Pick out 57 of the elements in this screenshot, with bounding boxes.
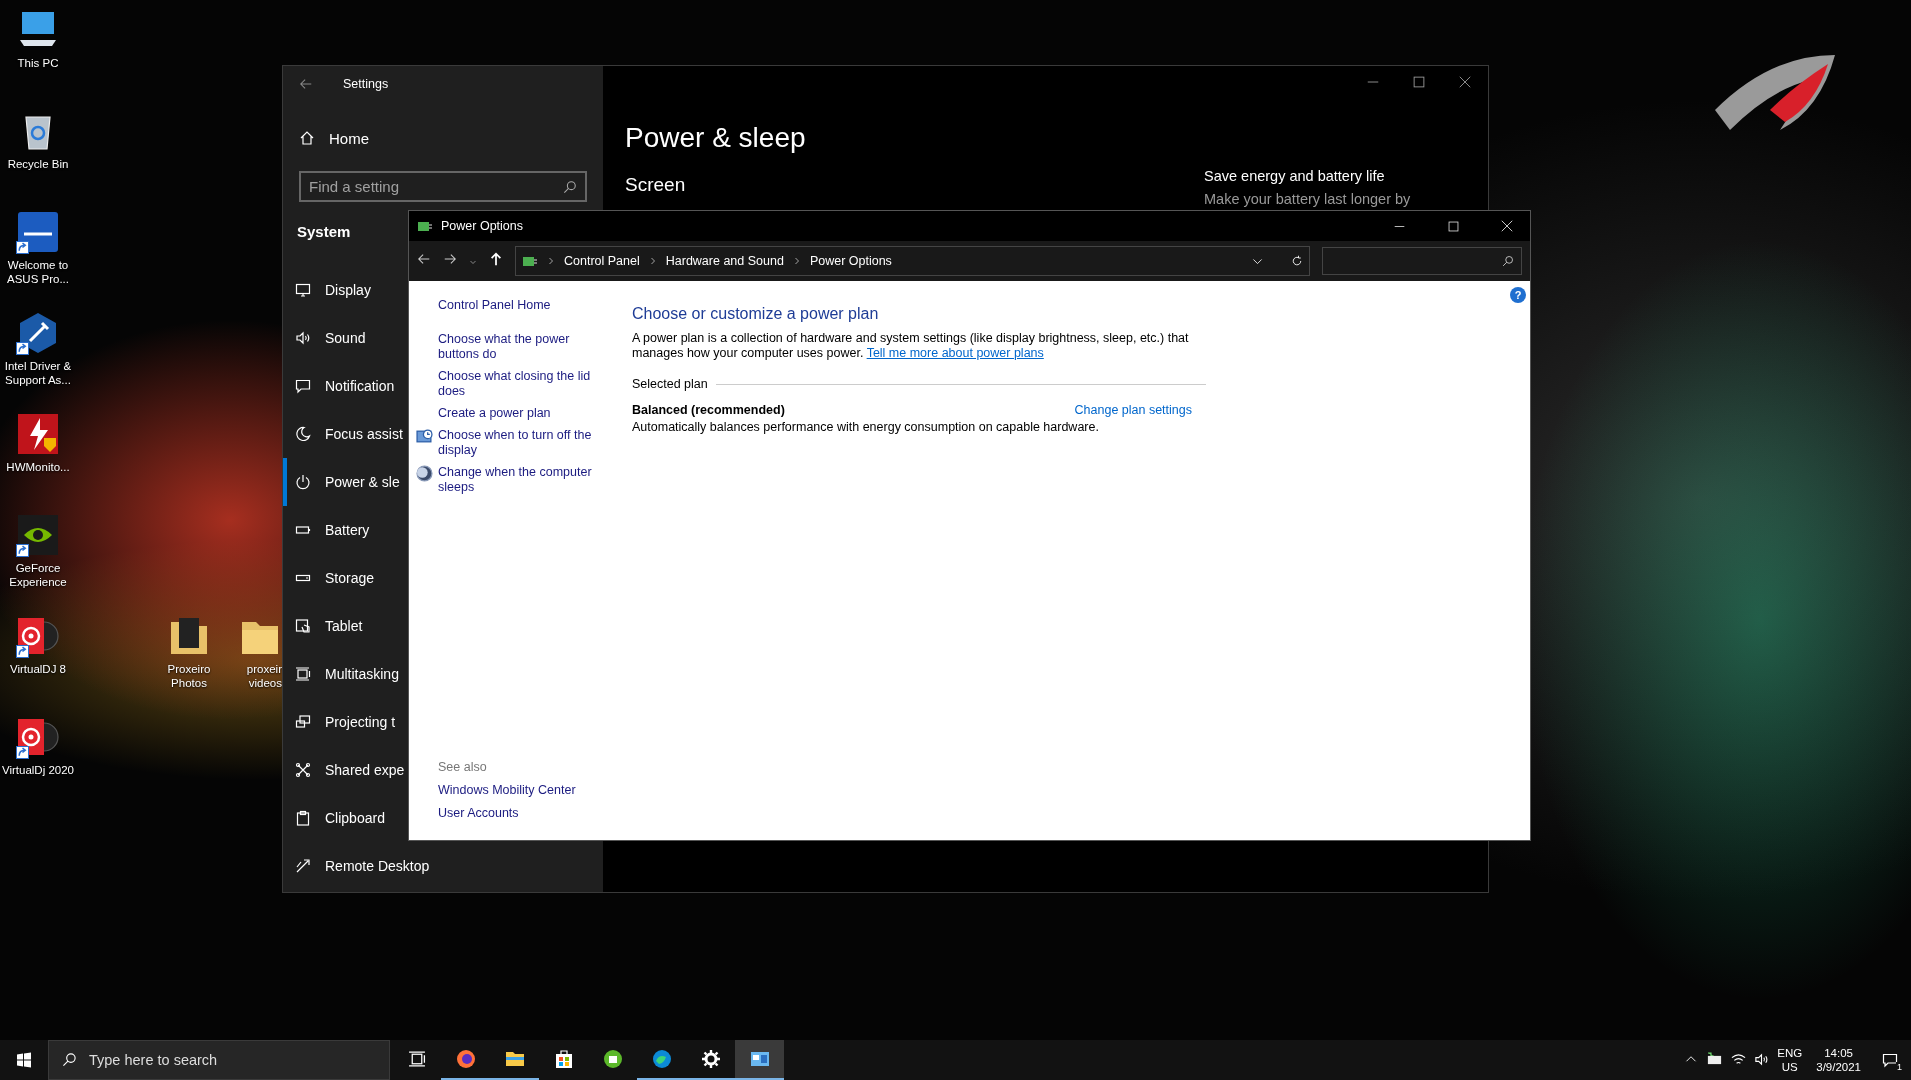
desktop-icon-label[interactable]: VirtualDJ 8 [0, 662, 76, 676]
nav-item[interactable]: Battery [283, 506, 372, 554]
window-title: Power Options [441, 219, 523, 233]
link[interactable]: Control Panel Home [438, 298, 551, 313]
plan-name: Balanced (recommended) [632, 403, 785, 417]
nav-item[interactable]: Focus assist [283, 410, 405, 458]
nav-item[interactable]: Remote Desktop [283, 842, 432, 890]
description-text: A power plan is a collection of hardware and system settings (like display brightness, sleep, etc.) that manages how your computer uses power. Tell me more about power plans [632, 331, 1190, 361]
nav-item[interactable]: Storage [283, 554, 377, 602]
nav-item[interactable]: Notification [283, 362, 397, 410]
nav-item[interactable]: Display [283, 266, 373, 314]
nav-item[interactable]: Sound [283, 314, 368, 362]
link[interactable]: Tell me more about power plans [866, 346, 1044, 360]
desktop-icon-label[interactable]: GeForce Experience [0, 561, 76, 589]
nav-item[interactable]: Projecting t [283, 698, 398, 746]
breadcrumb-item[interactable]: Power Options [809, 254, 892, 268]
help-button[interactable]: ? [1510, 287, 1526, 303]
breadcrumb-item[interactable]: Control Panel [564, 254, 640, 268]
nav-item[interactable]: Tablet [283, 602, 365, 650]
aside-title: Save energy and battery life [1204, 167, 1386, 186]
nav-item[interactable]: Shared expe [283, 746, 407, 794]
desktop-icon-label[interactable]: Proxeiro Photos [151, 662, 227, 690]
clock[interactable]: 14:05 3/9/2021 [1810, 1046, 1867, 1074]
desktop-icon-label[interactable]: VirtualDj 2020 [0, 763, 76, 777]
page-title: Power & sleep [625, 121, 806, 155]
desktop-icon-label[interactable]: This PC [0, 56, 76, 70]
home-nav-item[interactable]: Home [283, 118, 603, 158]
search-field[interactable]: Type here to search [48, 1040, 390, 1080]
group-label: Selected plan [632, 377, 708, 391]
search-field[interactable]: Find a setting [299, 171, 587, 202]
address-bar[interactable]: Control Panel Hardware and Sound Power Options [515, 246, 1310, 276]
link[interactable]: Choose when to turn off the display [438, 428, 604, 458]
nav-item[interactable]: Multitasking [283, 650, 401, 698]
desktop-icon-label[interactable]: proxeir videos [230, 662, 282, 690]
aside-text: Make your battery last longer by [1204, 190, 1412, 209]
notifications-button[interactable]: 1 [1875, 1045, 1905, 1075]
link[interactable]: Change plan settings [1074, 403, 1192, 417]
page-heading: Choose or customize a power plan [632, 305, 880, 323]
nav-item[interactable]: Clipboard [283, 794, 387, 842]
link[interactable]: Choose what closing the lid does [438, 369, 604, 399]
section-heading: Screen [625, 173, 687, 197]
nav-item[interactable]: Power & sle [283, 458, 402, 506]
window-title: Settings [343, 77, 389, 91]
link[interactable]: Windows Mobility Center [438, 783, 576, 798]
plan-description: Automatically balances performance with energy consumption on capable hardware. [632, 420, 1100, 434]
section-heading: System [296, 221, 351, 242]
link[interactable]: Create a power plan [438, 406, 551, 421]
link[interactable]: Change when the computer sleeps [438, 465, 604, 495]
link[interactable]: User Accounts [438, 806, 519, 821]
desktop-icon-label[interactable]: Welcome to ASUS Pro... [0, 258, 76, 286]
desktop-icon-label[interactable]: Intel Driver & Support As... [0, 359, 76, 387]
desktop-icon-label[interactable]: HWMonito... [0, 460, 76, 474]
desktop-icon-label[interactable]: Recycle Bin [0, 157, 76, 171]
see-also-heading: See also [438, 760, 487, 775]
breadcrumb-item[interactable]: Hardware and Sound [665, 254, 784, 268]
link[interactable]: Choose what the power buttons do [438, 332, 604, 362]
language-button[interactable]: ENG US [1777, 1046, 1803, 1074]
